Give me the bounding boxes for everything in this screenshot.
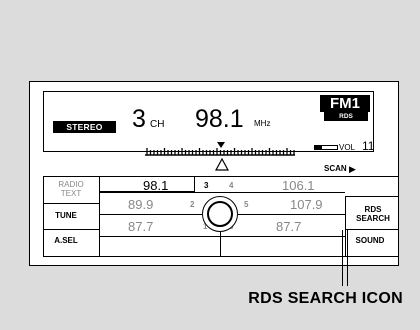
tune-button[interactable]: TUNE bbox=[46, 211, 86, 220]
preset-4-number[interactable]: 4 bbox=[229, 181, 233, 190]
radio-text-label: RADIO bbox=[58, 180, 84, 189]
tune-knob-center bbox=[207, 201, 233, 227]
tuning-pointer-icon bbox=[217, 142, 225, 148]
frequency-unit: MHz bbox=[254, 119, 271, 128]
divider bbox=[43, 203, 99, 204]
volume-label: VOL bbox=[339, 143, 356, 152]
divider bbox=[43, 229, 99, 230]
divider bbox=[345, 229, 399, 230]
preset-2-frequency[interactable]: 89.9 bbox=[128, 197, 153, 212]
stereo-indicator: STEREO bbox=[53, 121, 116, 133]
preset-2-number[interactable]: 2 bbox=[190, 200, 194, 209]
scan-arrow-icon: ▶ bbox=[349, 164, 356, 174]
up-triangle-icon[interactable] bbox=[215, 158, 229, 172]
divider bbox=[238, 214, 345, 215]
rds-search-label: SEARCH bbox=[356, 214, 390, 223]
preset-3-frequency[interactable]: 98.1 bbox=[143, 178, 168, 193]
preset-1-frequency[interactable]: 87.7 bbox=[128, 219, 153, 234]
radio-text-label: TEXT bbox=[60, 189, 82, 198]
preset-5-frequency[interactable]: 107.9 bbox=[290, 197, 323, 212]
band-indicator: FM1 bbox=[320, 95, 370, 112]
scan-button[interactable]: SCAN bbox=[324, 164, 347, 173]
sound-button[interactable]: SOUND bbox=[345, 236, 395, 245]
volume-value: 11 bbox=[362, 139, 375, 153]
divider bbox=[43, 176, 44, 257]
preset-3-number[interactable]: 3 bbox=[204, 181, 208, 190]
rds-search-label: RDS bbox=[364, 205, 382, 214]
divider bbox=[99, 214, 202, 215]
preset-4-frequency[interactable]: 106.1 bbox=[282, 178, 315, 193]
rds-search-icon-callout: RDS SEARCH ICON bbox=[248, 290, 403, 307]
rds-search-button[interactable]: RDS SEARCH bbox=[350, 205, 396, 223]
channel-number: 3 bbox=[132, 105, 146, 133]
radio-text-button[interactable]: RADIO TEXT bbox=[46, 180, 96, 198]
rds-indicator: RDS bbox=[324, 112, 368, 121]
frequency-readout: 98.1 bbox=[195, 105, 244, 133]
divider bbox=[99, 236, 345, 237]
preset-6-frequency[interactable]: 87.7 bbox=[276, 219, 301, 234]
a-sel-button[interactable]: A.SEL bbox=[46, 236, 86, 245]
callout-leader-line bbox=[342, 230, 348, 286]
divider bbox=[345, 196, 399, 197]
tuning-scale bbox=[145, 142, 295, 156]
preset-5-number[interactable]: 5 bbox=[244, 200, 248, 209]
channel-unit: CH bbox=[150, 119, 165, 130]
volume-bar bbox=[314, 145, 338, 150]
